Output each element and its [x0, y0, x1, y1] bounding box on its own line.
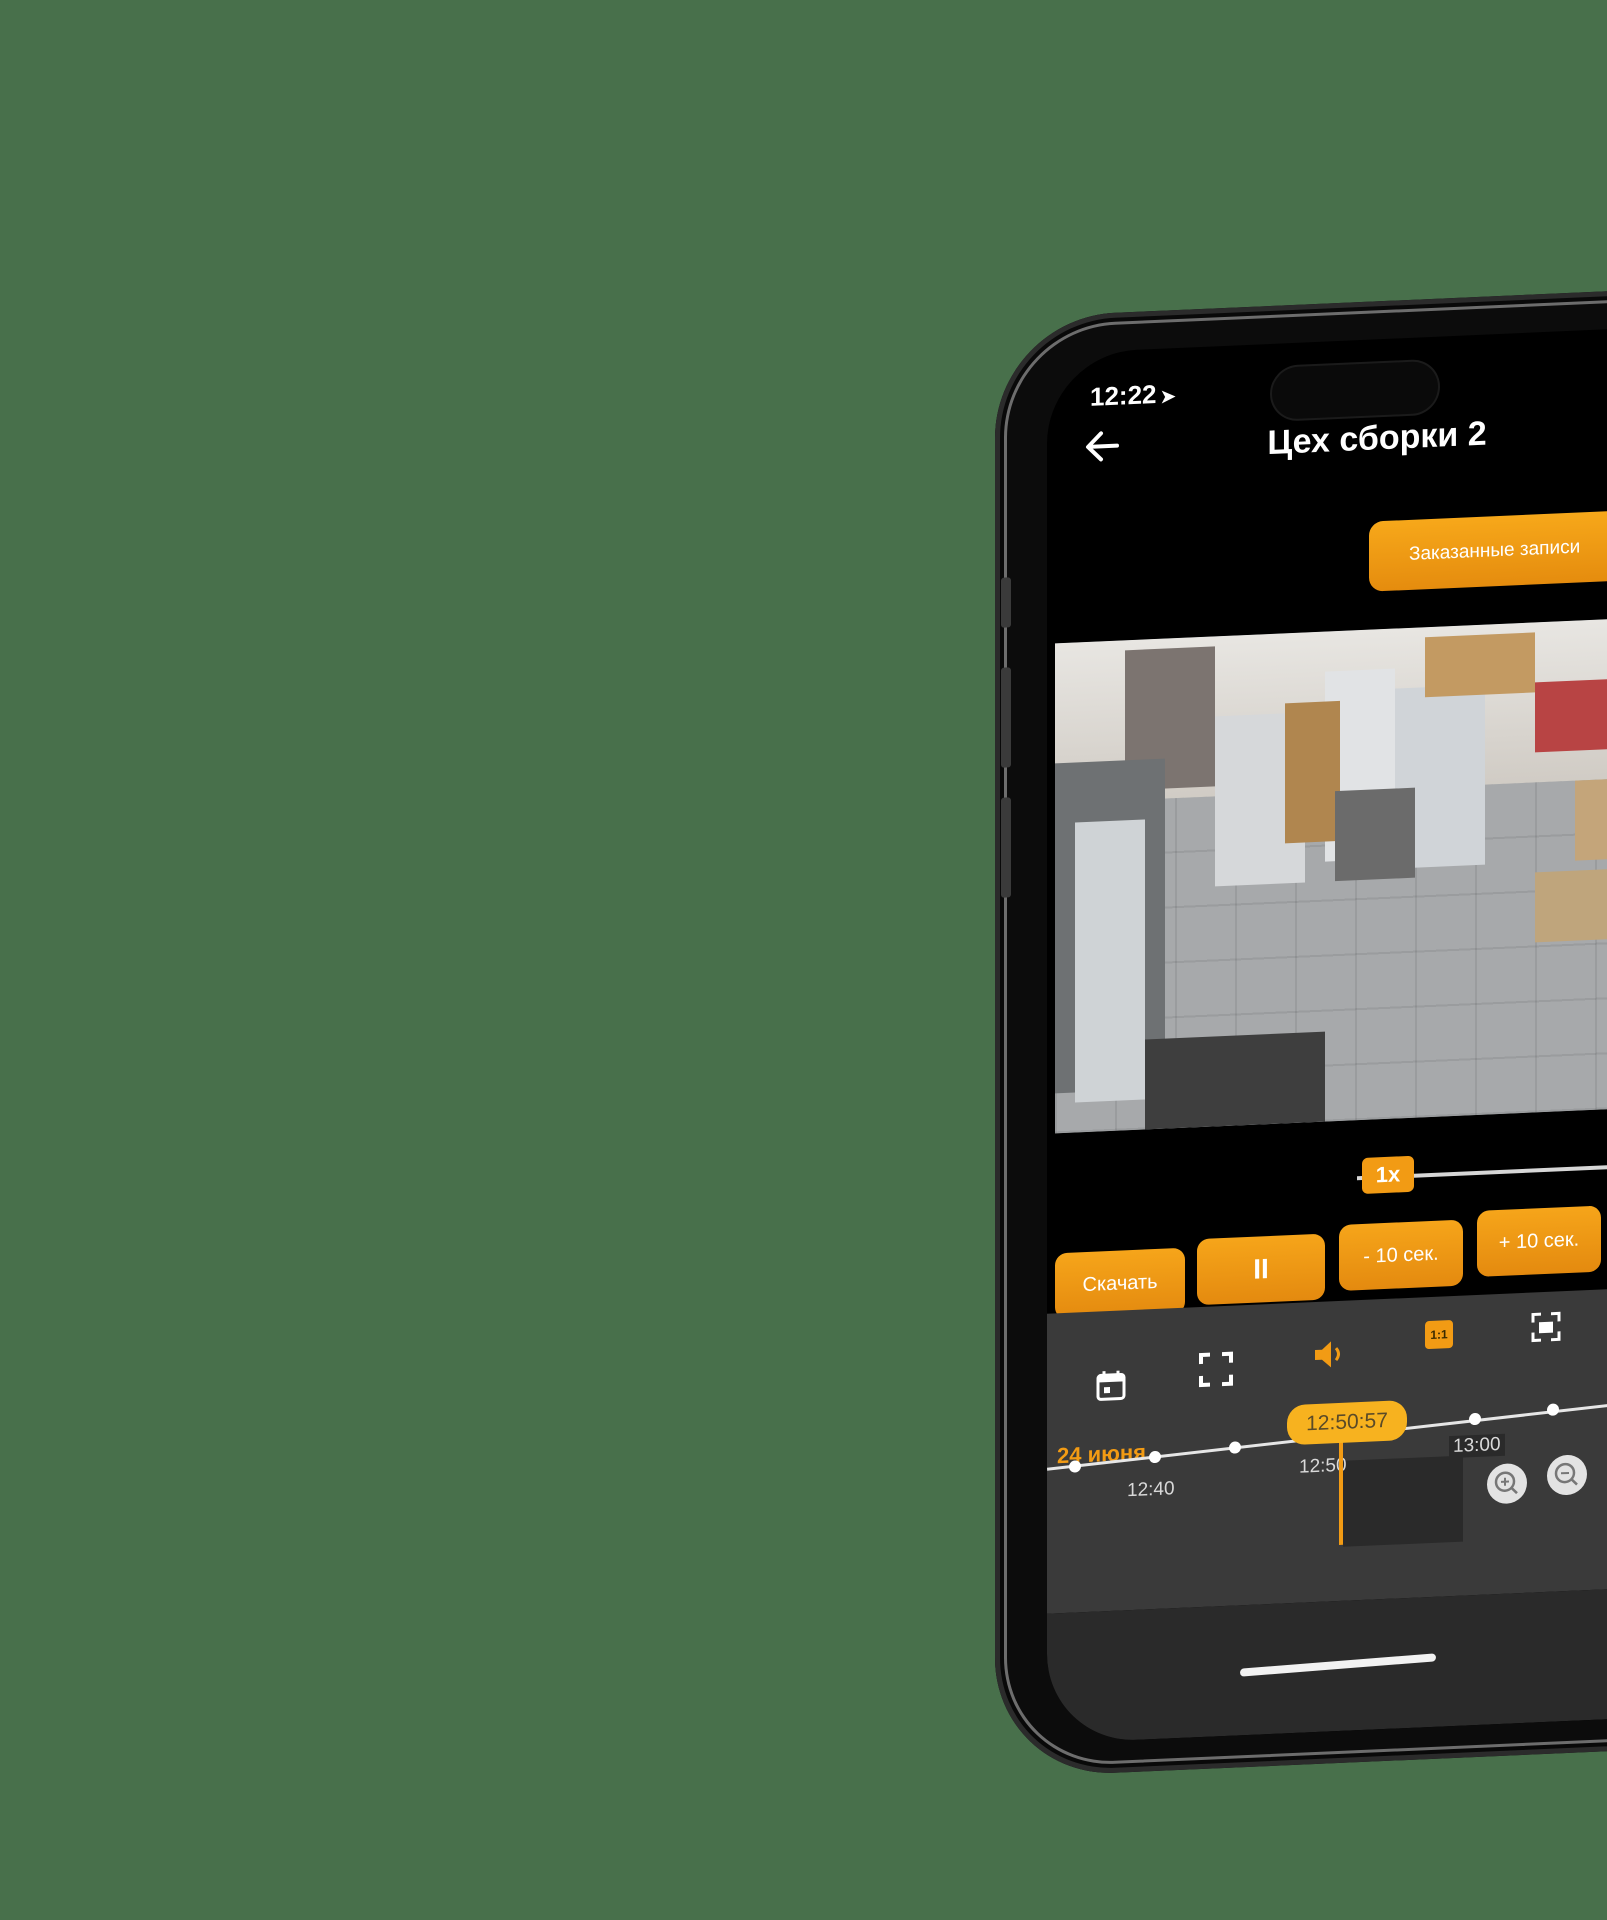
status-time-text: 12:22	[1090, 378, 1157, 412]
stage: 12:22 ➤ Цех сборки 2 Заказанные записи 1…	[0, 0, 1607, 1920]
dynamic-island	[1272, 360, 1438, 420]
back-button[interactable]	[1077, 420, 1127, 472]
speed-slider-handle[interactable]: 1x	[1362, 1155, 1414, 1194]
video-panel-left	[1075, 819, 1145, 1103]
video-cart	[1335, 787, 1415, 882]
timeline-tick-label: 12:40	[1127, 1478, 1175, 1502]
pause-button[interactable]: II	[1197, 1233, 1325, 1306]
fullscreen-button[interactable]	[1197, 1350, 1235, 1390]
timeline-tick-label: 13:00	[1449, 1433, 1505, 1459]
screenshot-icon	[1531, 1311, 1561, 1343]
video-workbench	[1535, 862, 1607, 943]
calendar-button[interactable]	[1092, 1366, 1130, 1406]
phone-button-volume-down	[1001, 797, 1011, 898]
speaker-icon	[1315, 1341, 1340, 1368]
camera-video[interactable]	[1055, 612, 1607, 1134]
video-box	[1285, 700, 1340, 844]
arrow-left-icon	[1086, 431, 1119, 462]
video-boxes	[1425, 632, 1535, 698]
screenshot-button[interactable]	[1527, 1307, 1565, 1347]
phone-screen: 12:22 ➤ Цех сборки 2 Заказанные записи 1…	[1047, 323, 1607, 1744]
zoom-in-icon	[1494, 1471, 1518, 1495]
phone-button-volume-up	[1001, 667, 1011, 768]
aspect-1to1-icon: 1:1	[1425, 1320, 1453, 1350]
calendar-icon	[1096, 1370, 1126, 1401]
forward-10s-button[interactable]: + 10 сек.	[1477, 1205, 1601, 1277]
location-icon: ➤	[1160, 386, 1176, 407]
video-wall-tools	[1535, 678, 1607, 753]
fullscreen-icon	[1199, 1351, 1233, 1388]
phone-frame: 12:22 ➤ Цех сборки 2 Заказанные записи 1…	[995, 284, 1607, 1779]
sound-button[interactable]	[1309, 1335, 1347, 1375]
timeline-no-record-zone	[1343, 1455, 1463, 1547]
timeline-cursor[interactable]	[1339, 1434, 1343, 1545]
ordered-records-button[interactable]: Заказанные записи	[1369, 510, 1607, 592]
zoom-in-button[interactable]	[1487, 1462, 1527, 1505]
page-title: Цех сборки 2	[1267, 414, 1487, 463]
timeline-current-time: 12:50:57	[1287, 1400, 1407, 1446]
rewind-10s-button[interactable]: - 10 сек.	[1339, 1219, 1463, 1291]
zoom-out-icon	[1554, 1462, 1578, 1486]
aspect-1to1-label: 1:1	[1430, 1327, 1448, 1342]
video-machine	[1145, 1031, 1325, 1130]
aspect-ratio-button[interactable]: 1:1	[1425, 1320, 1463, 1360]
video-table	[1575, 772, 1607, 861]
phone-button-action	[1001, 577, 1011, 628]
zoom-out-button[interactable]	[1547, 1454, 1587, 1496]
status-time: 12:22 ➤	[1090, 378, 1176, 413]
